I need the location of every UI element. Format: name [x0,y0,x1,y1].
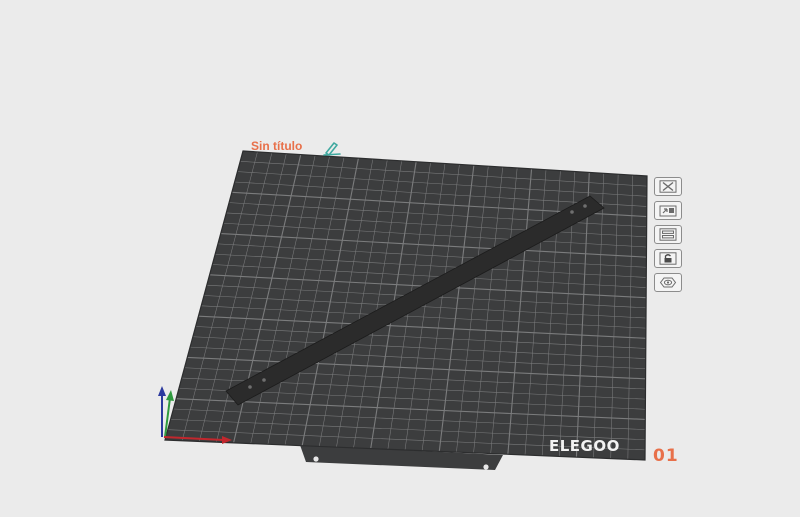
lock-icon [659,252,677,265]
plate-visibility-button[interactable] [654,273,682,292]
pencil-edit-icon[interactable] [323,140,341,156]
model-hole [262,378,266,382]
layout-icon [659,228,677,241]
plate-number[interactable]: 01 [653,446,679,466]
axis-y-arrow [166,390,174,401]
model-hole [248,385,252,389]
layout-plate-button[interactable] [654,225,682,244]
lock-plate-button[interactable] [654,249,682,268]
plate-hole-left [313,456,319,462]
plate-toolbar [654,177,684,292]
eye-icon [659,277,677,288]
plate-name[interactable]: Sin título [251,139,302,153]
arrange-icon [659,205,677,217]
3d-viewport[interactable]: ELEGOO Sin título 01 [0,0,800,517]
arrange-plate-button[interactable] [654,201,682,220]
model-hole [570,210,574,214]
model-hole [583,204,587,208]
plate-brand: ELEGOO [549,437,620,455]
close-icon [659,180,677,193]
delete-plate-button[interactable] [654,177,682,196]
plate-hole-right [483,464,489,470]
axis-z-arrow [158,386,166,396]
